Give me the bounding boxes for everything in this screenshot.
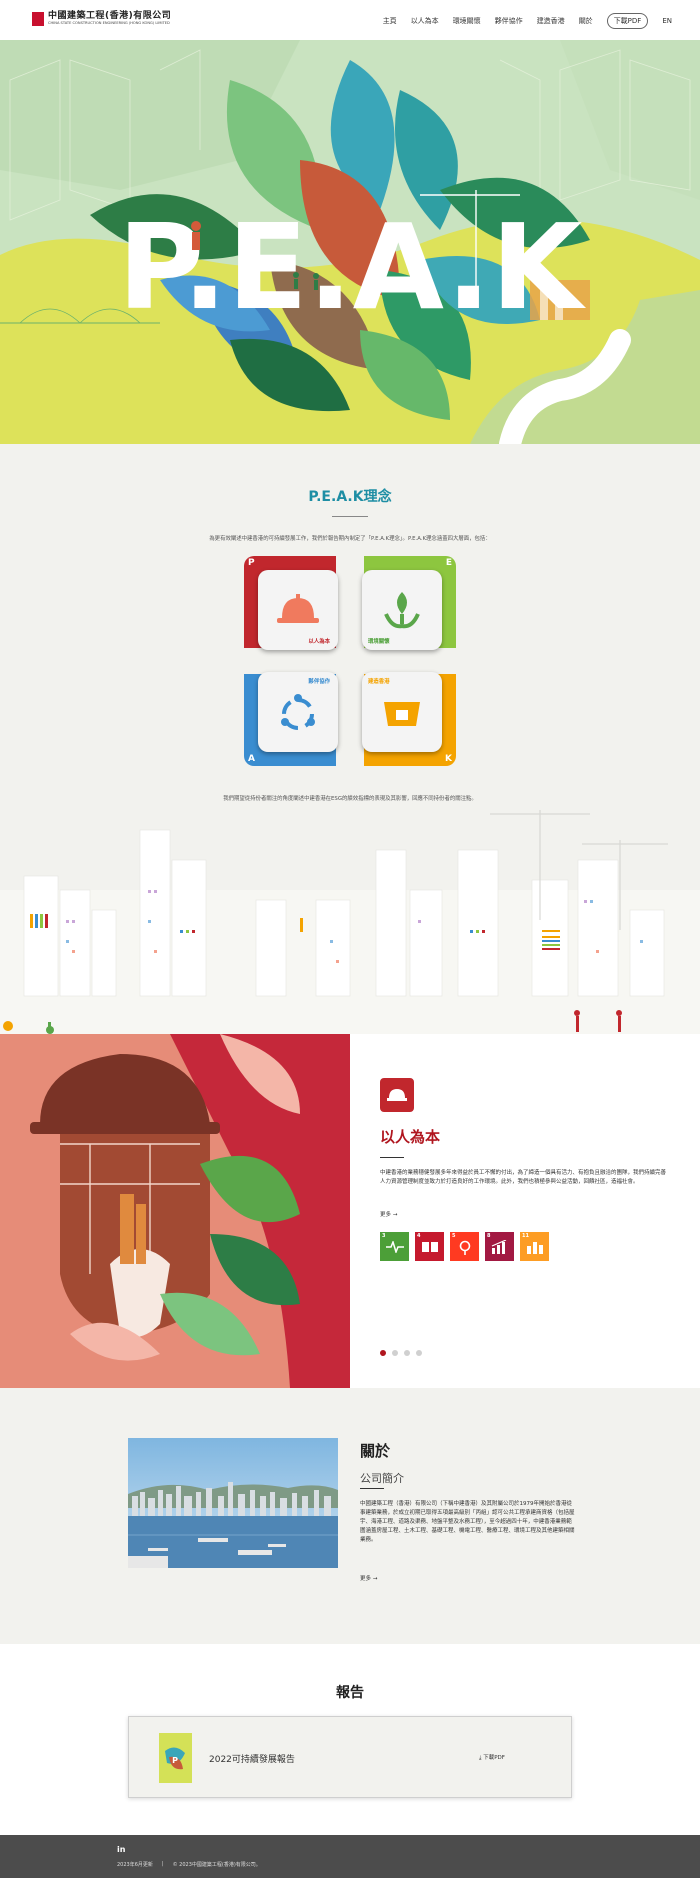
slide-dot-3[interactable] (404, 1350, 410, 1356)
hero-banner: P.E.A.K (0, 40, 700, 444)
pillar-partnership[interactable]: 夥伴協作 A (244, 672, 338, 766)
pillar-environment[interactable]: 環境關懷 E (362, 556, 456, 650)
arrow-right-icon: → (372, 1576, 378, 1582)
hero-wordmark: P.E.A.K (118, 198, 587, 336)
slide-dot-4[interactable] (416, 1350, 422, 1356)
download-pdf-button[interactable]: 下載PDF (606, 13, 649, 29)
about-title: 關於 (360, 1442, 391, 1460)
nav-partnership[interactable]: 夥伴協作 (495, 14, 523, 28)
report-section: 報告 P 2022可持續發展報告 ⤓ 下載PDF (0, 1644, 700, 1835)
pillar-people[interactable]: 以人為本 P (244, 556, 338, 650)
hong-kong-harbour-photo (128, 1438, 338, 1568)
footer-updated: 2023年6月更新 (117, 1862, 153, 1868)
people-illustration (0, 1034, 350, 1388)
linkedin-icon[interactable]: in (117, 1845, 125, 1854)
pillar-label-people: 以人為本 (308, 639, 330, 645)
logo-mark-icon (32, 11, 44, 26)
slide-dot-2[interactable] (392, 1350, 398, 1356)
city-skyline-illustration (0, 790, 700, 1034)
report-section-title: 報告 (336, 1685, 364, 1701)
philosophy-intro: 為更有效闡述中建香港的可持續發展工作，我們於報告期內制定了「P.E.A.K理念」… (209, 536, 491, 542)
nav-about[interactable]: 關於 (579, 14, 593, 28)
slide-pagination (380, 1350, 428, 1356)
site-footer: in 2023年6月更新 | © 2023中國建築工程(香港)有限公司。 (0, 1835, 700, 1878)
pillar-label-environment: 環境關懷 (368, 639, 390, 645)
about-more-link[interactable]: 更多 → (360, 1574, 377, 1582)
logo[interactable]: 中國建築工程(香港)有限公司 CHINA STATE CONSTRUCTION … (32, 11, 171, 26)
sdg-education-icon: 4 (415, 1232, 444, 1261)
philosophy-title: P.E.A.K理念 (308, 489, 392, 505)
nav-environment[interactable]: 環境關懷 (453, 14, 481, 28)
report-card[interactable]: P 2022可持續發展報告 ⤓ 下載PDF (128, 1716, 572, 1798)
main-nav: 主頁 以人為本 環境關懷 夥伴協作 建造香港 關於 下載PDF EN (369, 13, 672, 29)
pillar-label-partnership: 夥伴協作 (308, 679, 330, 685)
logo-en-text: CHINA STATE CONSTRUCTION ENGINEERING (HO… (48, 21, 170, 25)
people-divider (380, 1157, 404, 1158)
nav-people[interactable]: 以人為本 (411, 14, 439, 28)
about-description: 中國建築工程（香港）有限公司（下稱中建香港）及其附屬公司於1979年開始於香港從… (360, 1501, 575, 1543)
skyline-svg (0, 810, 700, 1034)
pillar-build-hk[interactable]: 建造香港 K (362, 672, 456, 766)
pillar-letter-e: E (445, 558, 452, 568)
people-more-link[interactable]: 更多 → (380, 1210, 397, 1218)
pillar-letter-a: A (248, 754, 255, 764)
arrow-right-icon: → (392, 1212, 398, 1218)
sdg-health-icon: 3 (380, 1232, 409, 1261)
pillar-letter-k: K (445, 754, 452, 764)
title-divider (332, 516, 368, 517)
people-description: 中建香港的業務穩健發展多年來得益於員工不懈的付出，為了締造一個具有活力、有抱負且… (380, 1170, 667, 1185)
worker-silhouette-illustration (0, 1034, 350, 1388)
footer-separator: | (161, 1861, 164, 1867)
people-pillar-badge-icon (380, 1078, 414, 1112)
nav-build-hk[interactable]: 建造香港 (537, 14, 565, 28)
svg-text:P: P (172, 1756, 178, 1765)
hero-illustration: P.E.A.K (0, 40, 700, 444)
pillar-label-build-hk: 建造香港 (368, 679, 390, 685)
people-section: 以人為本 中建香港的業務穩健發展多年來得益於員工不懈的付出，為了締造一個具有活力… (0, 1034, 700, 1388)
page: 中國建築工程(香港)有限公司 CHINA STATE CONSTRUCTION … (0, 0, 700, 1878)
footer-copyright: © 2023中國建築工程(香港)有限公司。 (172, 1862, 261, 1868)
sdg-growth-icon: 8 (485, 1232, 514, 1261)
sdg-icons: 3 4 5 8 11 (380, 1232, 555, 1261)
about-section: 關於 公司簡介 中國建築工程（香港）有限公司（下稱中建香港）及其附屬公司於197… (0, 1388, 700, 1644)
footer-meta: 2023年6月更新 | © 2023中國建築工程(香港)有限公司。 (117, 1861, 261, 1868)
report-cover-thumbnail: P (159, 1733, 192, 1783)
report-download-link[interactable]: ⤓ 下載PDF (479, 1753, 505, 1762)
nav-home[interactable]: 主頁 (383, 14, 397, 28)
report-name: 2022可持續發展報告 (209, 1755, 295, 1765)
about-divider (360, 1488, 384, 1489)
slide-dot-1[interactable] (380, 1350, 386, 1356)
logo-cn-text: 中國建築工程(香港)有限公司 (48, 11, 172, 21)
about-subtitle: 公司簡介 (360, 1472, 404, 1485)
pillar-letter-p: P (248, 558, 255, 568)
sdg-cities-icon: 11 (520, 1232, 549, 1261)
people-title: 以人為本 (380, 1128, 441, 1146)
site-header: 中國建築工程(香港)有限公司 CHINA STATE CONSTRUCTION … (0, 0, 700, 40)
sdg-gender-icon: 5 (450, 1232, 479, 1261)
language-switch[interactable]: EN (662, 14, 672, 28)
